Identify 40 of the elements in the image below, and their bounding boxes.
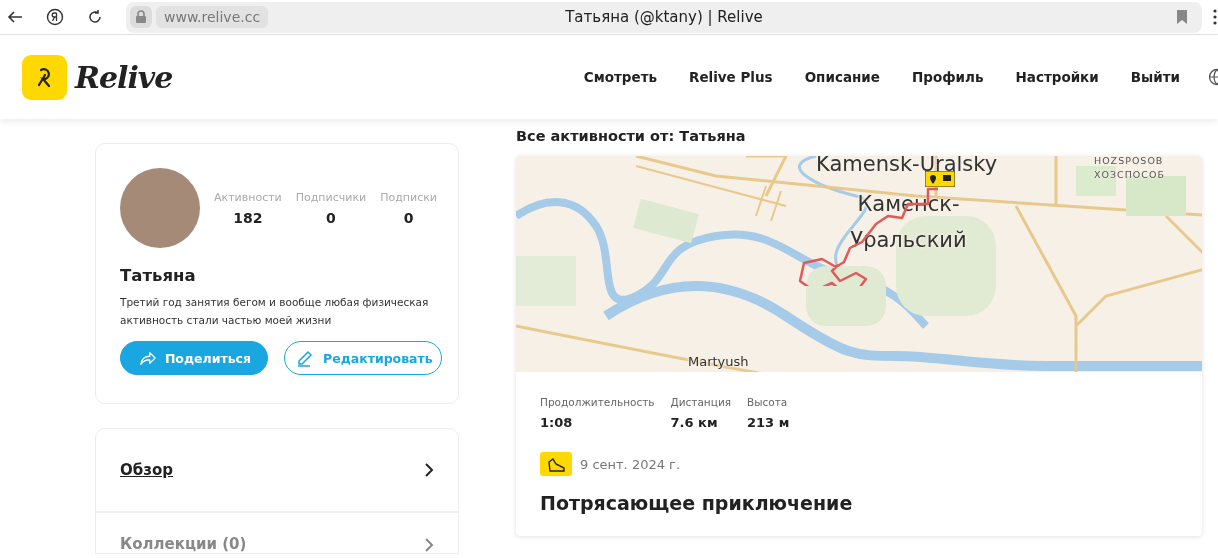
stat-value: 182 — [233, 209, 263, 226]
shoe-icon — [546, 456, 566, 472]
stat-value: 0 — [403, 209, 414, 226]
lock-icon — [135, 10, 147, 24]
stat-value: 1:08 — [540, 415, 574, 430]
stat-label: Продолжительность — [540, 396, 655, 408]
map-label: HOZSPOSOB — [1094, 156, 1164, 166]
stat-value: 7.6 км — [670, 415, 719, 430]
profile-bio: Третий год занятия бегом и вообще любая физическая активность стали частью моей жизни — [120, 295, 430, 328]
logo-icon[interactable] — [22, 54, 67, 100]
nav-link[interactable]: Профиль — [911, 69, 984, 85]
stat-value: 0 — [326, 209, 336, 226]
nav-link[interactable]: Relive Plus — [689, 69, 773, 85]
chevron-icon — [424, 462, 434, 478]
reload-icon[interactable] — [86, 8, 104, 26]
address-field[interactable]: www.relive.cc — [156, 6, 269, 28]
nav-link[interactable]: Описание — [804, 69, 880, 85]
profile-name: Татьяна — [120, 266, 197, 285]
page-title: Татьяна (@ktany) | Relive — [565, 8, 763, 26]
map-label: Martyush — [688, 354, 749, 369]
nav-link[interactable]: Выйти — [1130, 69, 1180, 85]
stat-label: Подписки — [380, 190, 437, 204]
stat-value: 213 м — [747, 415, 790, 430]
nav-link[interactable]: Настройки — [1015, 69, 1099, 85]
map-label: ХОЗСПОСОБ — [1094, 169, 1165, 180]
pencil-icon — [295, 348, 315, 368]
nav-link[interactable]: Смотреть — [583, 69, 657, 85]
stat-label: Высота — [747, 396, 789, 408]
sidebar-item[interactable]: Коллекции (0) — [96, 513, 458, 553]
sidebar-item[interactable]: Обзор — [96, 429, 458, 513]
activity-date: 9 сент. 2024 г. — [580, 456, 681, 472]
activity-title[interactable]: Потрясающее приключение — [540, 492, 1178, 514]
feed-heading: Все активности от: Татьяна — [516, 128, 747, 144]
stat-label: Дистанция — [670, 396, 732, 408]
stat-label: Подписчики — [295, 190, 367, 204]
menu-icon[interactable] — [1212, 8, 1218, 26]
yandex-icon[interactable] — [46, 8, 64, 26]
bookmark-icon[interactable] — [1176, 9, 1188, 25]
stat-label: Активности — [214, 190, 282, 204]
logo-wordmark[interactable]: Relive — [75, 59, 173, 95]
